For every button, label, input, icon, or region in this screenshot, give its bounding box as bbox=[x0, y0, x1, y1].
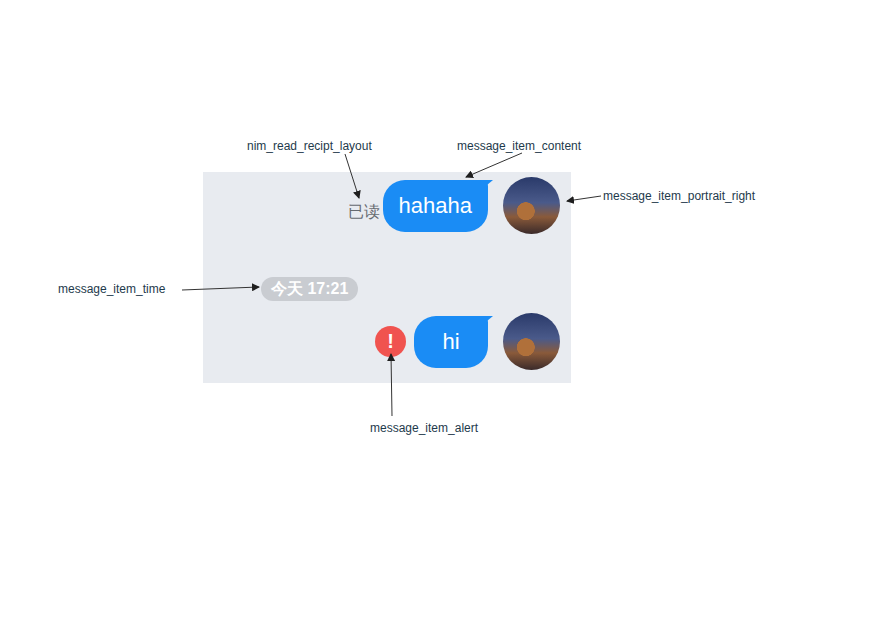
avatar-portrait[interactable] bbox=[503, 177, 560, 234]
arrow-icon bbox=[182, 287, 259, 290]
arrow-icon bbox=[466, 153, 522, 177]
annotation-arrows bbox=[0, 0, 879, 630]
read-receipt: 已读 bbox=[348, 202, 380, 223]
message-row: 已读hahaha bbox=[203, 177, 560, 234]
arrow-icon bbox=[567, 196, 601, 201]
avatar-portrait[interactable] bbox=[503, 313, 560, 370]
message-bubble[interactable]: hi bbox=[414, 316, 488, 368]
annotation-label: message_item_time bbox=[58, 282, 165, 296]
annotation-label: message_item_portrait_right bbox=[603, 189, 755, 203]
annotation-label: message_item_content bbox=[457, 139, 581, 153]
arrow-icon bbox=[391, 354, 392, 416]
arrow-icon bbox=[345, 154, 359, 198]
chat-panel: 已读hahaha 今天 17:21! hi bbox=[203, 172, 571, 383]
annotation-label: nim_read_recipt_layout bbox=[247, 139, 372, 153]
time-row: 今天 17:21 bbox=[203, 277, 560, 301]
message-bubble[interactable]: hahaha bbox=[383, 180, 488, 232]
annotation-label: message_item_alert bbox=[370, 421, 478, 435]
message-row: ! hi bbox=[203, 313, 560, 370]
alert-icon[interactable]: ! bbox=[375, 326, 406, 357]
message-time: 今天 17:21 bbox=[261, 277, 358, 301]
diagram-canvas: 已读hahaha 今天 17:21! hi nim_read_recipt_layou… bbox=[0, 0, 879, 630]
